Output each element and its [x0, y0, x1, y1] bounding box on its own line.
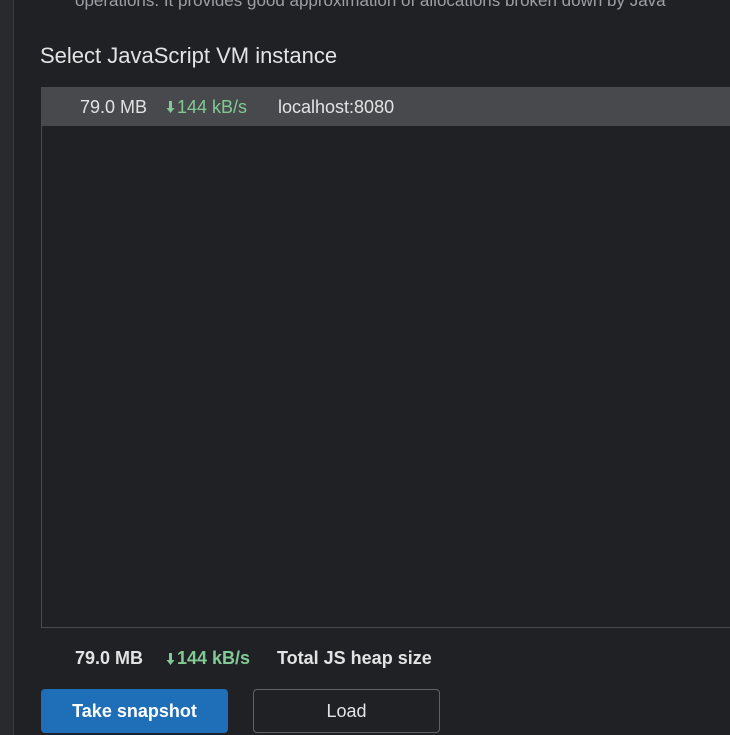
down-arrow-icon	[166, 652, 175, 666]
summary-label: Total JS heap size	[277, 648, 432, 668]
summary-rate-value: 144 kB/s	[177, 648, 251, 668]
take-snapshot-button[interactable]: Take snapshot	[41, 689, 228, 733]
down-arrow-icon	[166, 100, 175, 114]
profile-type-description: operations. It provides good approximati…	[75, 0, 666, 10]
summary-memory: 79.0 MB	[75, 648, 144, 668]
vm-instance-row[interactable]: 79.0 MB 144 kB/s localhost:8080	[42, 88, 730, 126]
section-title: Select JavaScript VM instance	[40, 43, 338, 68]
vm-instance-rate: 144 kB/s	[166, 97, 247, 118]
summary-rate: 144 kB/s	[166, 648, 250, 669]
left-panel-edge	[0, 0, 14, 735]
load-button[interactable]: Load	[253, 689, 440, 733]
vm-instance-list[interactable]: 79.0 MB 144 kB/s localhost:8080	[41, 87, 730, 628]
vm-instance-host: localhost:8080	[278, 96, 395, 117]
vm-instance-memory: 79.0 MB	[80, 96, 148, 117]
vm-instance-rate-value: 144 kB/s	[177, 96, 248, 117]
